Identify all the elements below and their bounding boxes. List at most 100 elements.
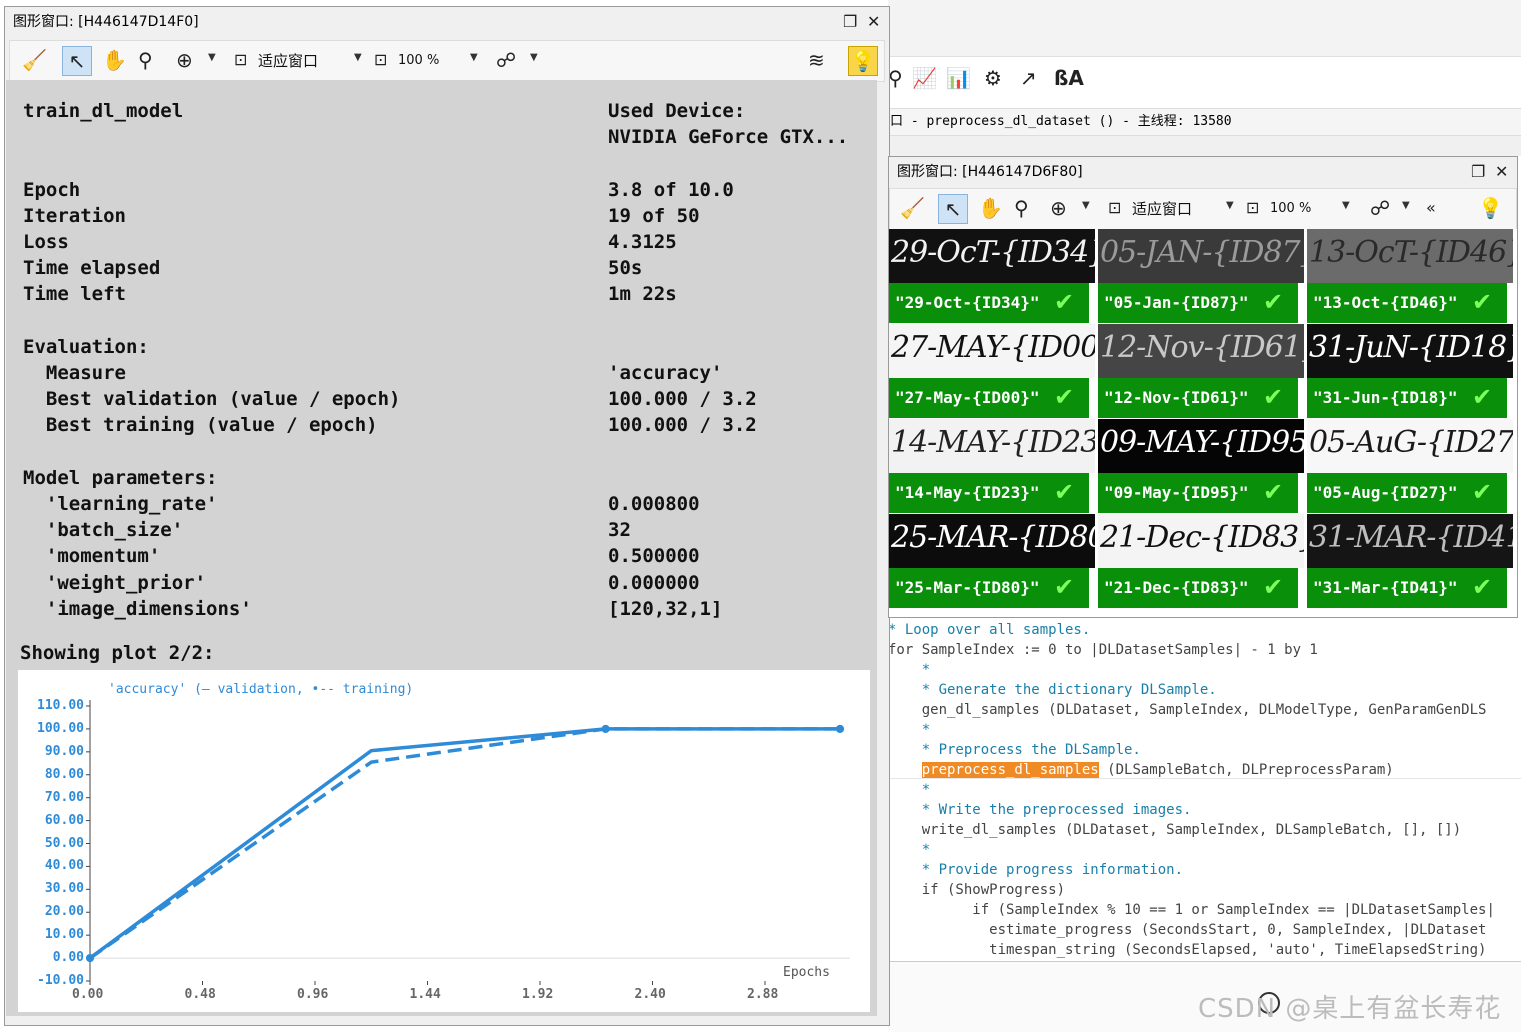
handwriting-text: 12-Nov-{ID61} (1100, 330, 1304, 365)
chevron-down-icon[interactable]: ▼ (470, 52, 478, 63)
clear-broom-icon[interactable]: 🧹 (900, 197, 925, 219)
magnifier-icon[interactable]: ⚲ (1014, 197, 1029, 219)
prediction-label: "13-Oct-{ID46}" ✔ (1307, 283, 1507, 323)
info-value: 3.8 of 10.0 (608, 178, 734, 201)
handwriting-text: 13-OcT-{ID46} (1309, 235, 1513, 270)
restore-window-icon[interactable]: ❐ (1471, 163, 1485, 181)
code-line[interactable]: * (888, 840, 930, 860)
x-axis-label: Epochs (783, 965, 830, 980)
code-line[interactable]: * (888, 660, 930, 680)
y-tick-label: -10.00 (37, 973, 84, 988)
code-line[interactable]: * Provide progress information. (888, 860, 1183, 880)
series-training-point (836, 724, 844, 733)
graphics-window-samples: 图形窗口: [H446147D6F80] ❐ ✕ 🧹 ↖ ✋ ⚲ ⊕ ▼ ⊡ 适… (888, 156, 1518, 618)
graphics-toolbar: 🧹 ↖ ✋ ⚲ ⊕ ▼ ⊡ 适应窗口 ▼ ⊡ 100 % ▼ ☍ ▼ ≋ 💡 (9, 40, 885, 82)
graphics-toolbar: 🧹 ↖ ✋ ⚲ ⊕ ▼ ⊡ 适应窗口 ▼ ⊡ 100 % ▼ ☍ ▼ « 💡 (889, 188, 1517, 230)
fit-window-button[interactable]: 适应窗口 (258, 51, 318, 71)
series-training-point (86, 954, 94, 963)
zoom-level-icon[interactable]: ⊡ (1246, 197, 1259, 219)
code-line[interactable]: * Write the preprocessed images. (888, 800, 1192, 820)
restore-window-icon[interactable]: ❐ (843, 13, 857, 31)
collapse-toolbar-icon[interactable]: « (1426, 197, 1436, 219)
prediction-text: "14-May-{ID23}" (895, 483, 1040, 502)
zoom-in-icon[interactable]: ⊕ (1050, 197, 1067, 219)
checkmark-icon: ✔ (1263, 288, 1284, 316)
prediction-text: "29-Oct-{ID34}" (895, 293, 1040, 312)
code-line[interactable]: timespan_string (SecondsElapsed, 'auto',… (888, 940, 1486, 960)
handwriting-image: 21-Dec-{ID83} (1098, 514, 1304, 568)
font-size-icon[interactable]: ßA (1054, 66, 1084, 90)
code-line[interactable]: preprocess_dl_samples (DLSampleBatch, DL… (888, 760, 1394, 780)
chevron-down-icon[interactable]: ▼ (530, 52, 538, 63)
code-line[interactable]: if (SampleIndex % 10 == 1 or SampleIndex… (888, 900, 1495, 920)
code-line[interactable]: * (888, 720, 930, 740)
magnifier-icon[interactable]: ⚲ (138, 49, 153, 71)
clear-broom-icon[interactable]: 🧹 (22, 49, 47, 71)
code-line[interactable]: write_dl_samples (DLDataset, SampleIndex… (888, 820, 1461, 840)
code-editor[interactable]: * Loop over all samples. for SampleIndex … (888, 616, 1521, 961)
code-line[interactable]: estimate_progress (SecondsStart, 0, Samp… (888, 920, 1486, 940)
interaction-mode-icon[interactable]: ☍ (1370, 197, 1390, 219)
checkmark-icon: ✔ (1263, 383, 1284, 411)
info-value: Used Device: (608, 100, 746, 122)
series-training-point (601, 724, 610, 733)
highlighted-operator[interactable]: preprocess_dl_samples (921, 762, 1099, 778)
settings-chart-icon[interactable]: ⚙ (984, 66, 1002, 90)
code-line[interactable]: * (888, 780, 930, 800)
info-label: train_dl_model (23, 100, 184, 122)
editor-tab-strip[interactable] (888, 136, 1521, 156)
code-line[interactable]: gen_dl_samples (DLDataset, SampleIndex, … (888, 700, 1487, 720)
info-value: 1m 22s (608, 283, 677, 306)
interaction-mode-icon[interactable]: ☍ (496, 49, 516, 71)
pan-hand-icon[interactable]: ✋ (978, 197, 1003, 219)
sample-tile: 21-Dec-{ID83} "21-Dec-{ID83}" ✔ (1098, 514, 1304, 608)
handwriting-text: 14-MAY-{ID23} (891, 425, 1095, 460)
lightbulb-icon[interactable]: 💡 (848, 46, 878, 76)
x-tick-label: 1.44 (409, 987, 441, 1002)
prediction-label: "29-Oct-{ID34}" ✔ (889, 283, 1089, 323)
info-value: 100.000 / 3.2 (608, 414, 757, 437)
lightbulb-icon[interactable]: 💡 (1478, 197, 1503, 219)
chevron-down-icon[interactable]: ▼ (1226, 200, 1234, 211)
chevron-down-icon[interactable]: ▼ (208, 52, 216, 63)
sample-tile: 12-Nov-{ID61} "12-Nov-{ID61}" ✔ (1098, 324, 1304, 418)
sample-tile: 27-MAY-{ID00} "27-May-{ID00}" ✔ (889, 324, 1095, 418)
zoom-level-icon[interactable]: ⊡ (374, 49, 387, 71)
pan-hand-icon[interactable]: ✋ (102, 49, 127, 71)
bar-chart-icon[interactable]: 📊 (946, 66, 971, 90)
code-line[interactable]: for SampleIndex := 0 to |DLDatasetSample… (888, 640, 1318, 660)
chevron-down-icon[interactable]: ▼ (1342, 200, 1350, 211)
fit-window-icon[interactable]: ⊡ (234, 49, 247, 71)
prediction-label: "27-May-{ID00}" ✔ (889, 378, 1089, 418)
code-line[interactable]: if (ShowProgress) (888, 880, 1065, 900)
trend-icon[interactable]: ↗ (1020, 66, 1037, 90)
chevron-down-icon[interactable]: ▼ (354, 52, 362, 63)
zoom-icon[interactable]: ⚲ (888, 66, 903, 90)
info-value: 50s (608, 257, 643, 280)
zoom-level-field[interactable]: 100 % (1270, 199, 1311, 219)
select-pointer-icon[interactable]: ↖ (938, 194, 968, 224)
prediction-text: "21-Dec-{ID83}" (1104, 578, 1249, 597)
line-chart-icon[interactable]: 📈 (912, 66, 937, 90)
zoom-in-icon[interactable]: ⊕ (176, 49, 193, 71)
layers-icon[interactable]: ≋ (808, 49, 825, 71)
handwriting-image: 27-MAY-{ID00} (889, 324, 1095, 378)
sample-tile: 29-OcT-{ID34} "29-Oct-{ID34}" ✔ (889, 229, 1095, 323)
close-icon[interactable]: ✕ (867, 13, 880, 31)
code-line[interactable]: * Generate the dictionary DLSample. (888, 680, 1217, 700)
info-label: Iteration (23, 204, 126, 227)
chevron-down-icon[interactable]: ▼ (1402, 200, 1410, 211)
fit-window-button[interactable]: 适应窗口 (1132, 199, 1192, 219)
checkmark-icon: ✔ (1263, 478, 1284, 506)
y-tick-label: 30.00 (44, 881, 84, 897)
fit-window-icon[interactable]: ⊡ (1108, 197, 1121, 219)
zoom-level-field[interactable]: 100 % (398, 51, 439, 71)
code-line[interactable]: * Loop over all samples. (888, 620, 1090, 640)
info-label: 'batch_size' (23, 519, 184, 542)
select-pointer-icon[interactable]: ↖ (62, 46, 92, 76)
info-label: 'learning_rate' (23, 493, 218, 515)
close-icon[interactable]: ✕ (1495, 163, 1508, 181)
code-line[interactable]: * Preprocess the DLSample. (888, 740, 1141, 760)
chevron-down-icon[interactable]: ▼ (1082, 200, 1090, 211)
handwriting-text: 09-MAY-{ID95} (1100, 425, 1304, 460)
